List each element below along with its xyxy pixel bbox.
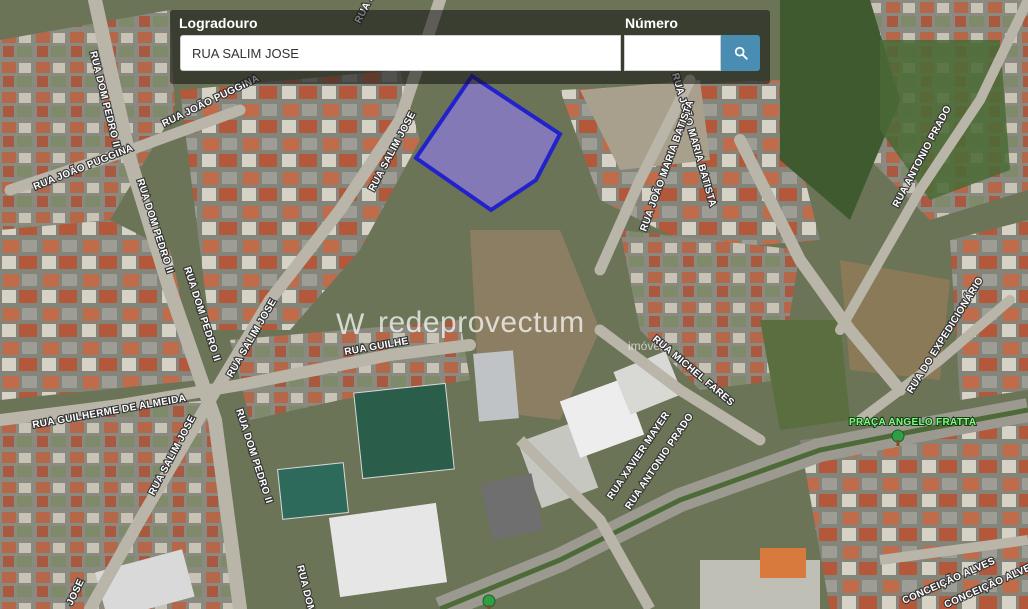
watermark-text: redeprovectum	[378, 306, 585, 339]
sports-court-2	[277, 462, 349, 520]
number-field-label: Número	[625, 15, 678, 31]
sports-court-1	[353, 382, 455, 480]
number-input[interactable]	[624, 35, 721, 71]
poi-label-praca: PRAÇA ANGELO FRATTA	[849, 417, 976, 428]
street-input[interactable]	[180, 35, 621, 71]
building-warehouse-1	[328, 502, 448, 598]
search-button[interactable]	[721, 35, 760, 71]
address-search-panel: Logradouro Número	[170, 10, 770, 84]
satellite-map[interactable]: W redeprovectum imóveis RUA JOÃO RUA DOM…	[0, 0, 1028, 609]
search-icon	[734, 46, 748, 60]
street-field-label: Logradouro	[179, 15, 258, 31]
building-warehouse-4	[473, 350, 519, 422]
building-orange-bottom-right	[760, 548, 806, 578]
watermark-logo-icon: W	[336, 308, 365, 341]
